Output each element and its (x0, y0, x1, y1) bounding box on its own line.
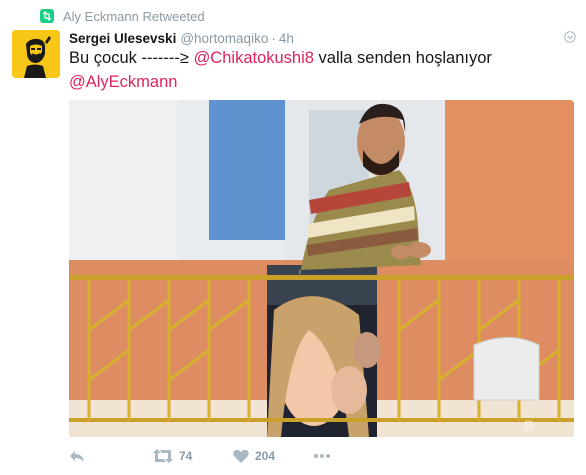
tweet-timestamp[interactable]: 4h (279, 31, 294, 46)
mention-link[interactable]: @Chikatokushi8 (194, 49, 314, 67)
retweet-count: 74 (179, 449, 193, 463)
tweet-text: Bu çocuk -------≥ @Chikatokushi8 valla s… (69, 46, 574, 94)
svg-text:B: B (524, 417, 534, 433)
retweet-context-label[interactable]: Aly Eckmann Retweeted (63, 9, 205, 24)
retweet-context: Aly Eckmann Retweeted (40, 6, 205, 26)
tweet-text-suffix: valla senden hoşlanıyor (313, 49, 492, 67)
tweet-header: Sergei Ulesevski @hortomaqiko · 4h (69, 29, 576, 47)
tweet-photo[interactable]: B (69, 100, 574, 437)
more-button[interactable] (313, 453, 331, 459)
heart-icon (233, 449, 249, 463)
like-count: 204 (255, 449, 276, 463)
retweet-icon (40, 9, 54, 23)
reply-button[interactable] (69, 449, 153, 463)
reply-icon (70, 451, 84, 462)
retweet-icon (153, 449, 173, 463)
mention-link-2[interactable]: @AlyEckmann (69, 73, 177, 91)
avatar[interactable] (12, 30, 60, 78)
author-handle[interactable]: @hortomaqiko (180, 31, 268, 46)
chevron-down-icon[interactable] (564, 31, 576, 46)
tweet-actions: 74 204 (69, 444, 331, 468)
more-dots-icon (314, 454, 330, 458)
tweet-text-prefix: Bu çocuk -------≥ (69, 49, 194, 67)
retweet-button[interactable]: 74 (153, 449, 233, 463)
author-name[interactable]: Sergei Ulesevski (69, 31, 176, 46)
like-button[interactable]: 204 (233, 449, 313, 463)
time-separator: · (271, 30, 276, 46)
